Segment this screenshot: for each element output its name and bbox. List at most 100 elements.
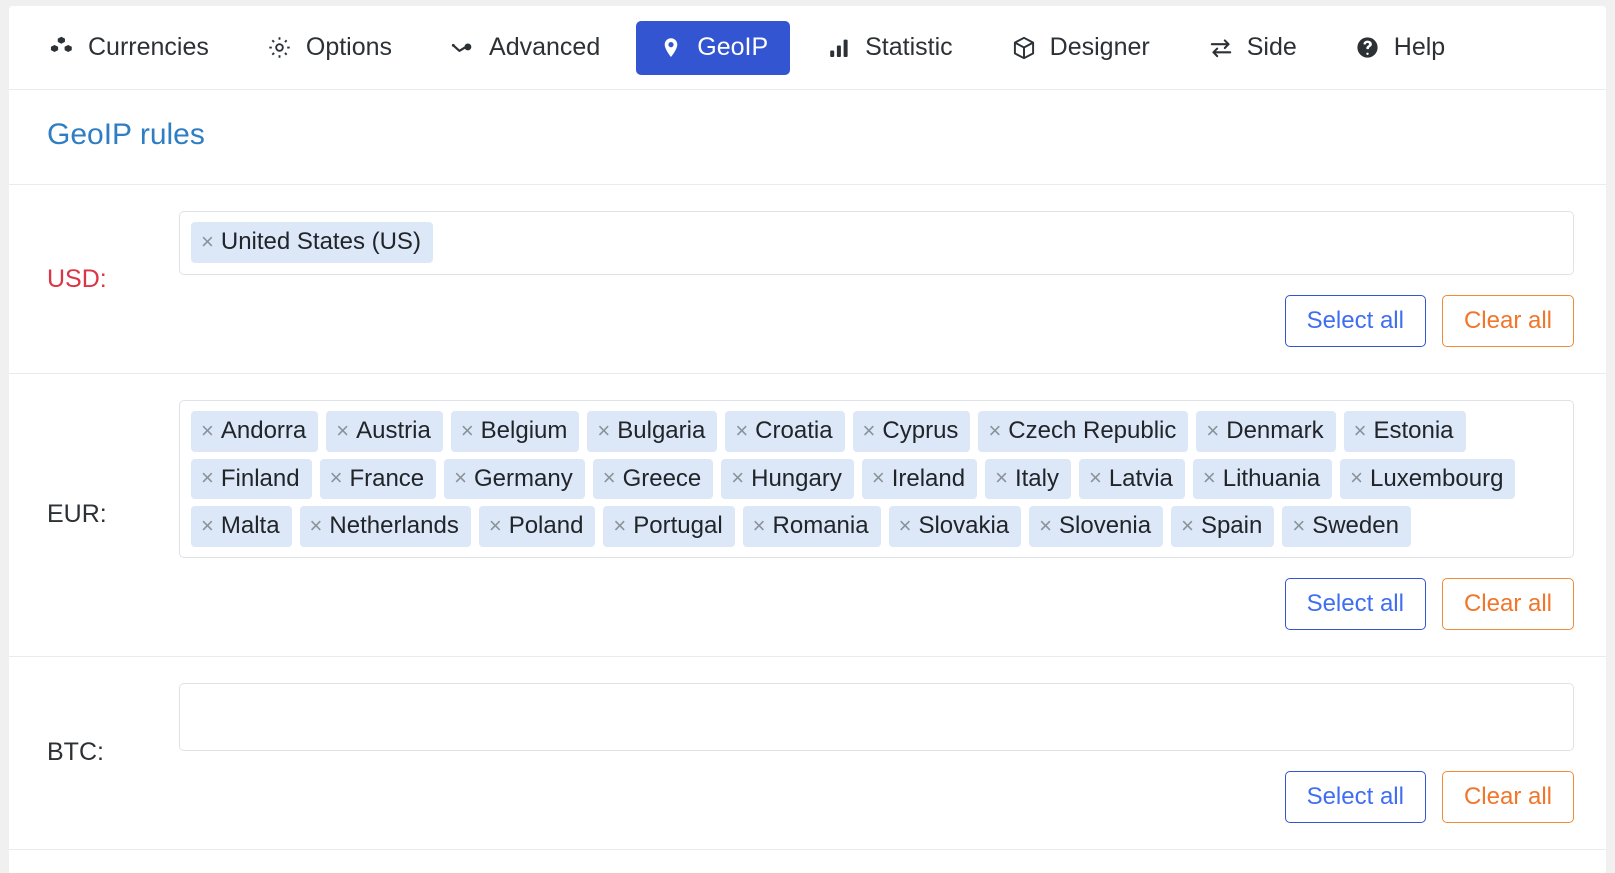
country-tag[interactable]: × Germany [444,458,585,500]
country-tag[interactable]: × Cyprus [852,411,971,452]
country-tag[interactable]: × Malta [191,506,292,547]
bar-chart-icon [826,35,852,61]
country-tag[interactable]: × Greece [592,458,714,500]
remove-tag-icon[interactable]: × [454,467,467,489]
country-tag[interactable]: × Czech Republic [978,411,1189,452]
country-tag-input[interactable] [179,682,1574,751]
rule-row-actions: Select all Clear all [179,295,1574,347]
nav-item-label: Options [305,33,393,61]
remove-tag-icon[interactable]: × [1181,514,1194,537]
country-tag[interactable]: × Bulgaria [587,411,718,452]
currency-label [9,850,179,873]
nav-item-options[interactable]: Options [245,21,414,75]
country-tag[interactable]: × Hungary [721,458,854,500]
country-tag[interactable]: × Estonia [1343,411,1466,452]
rule-row-actions: Select all Clear all [179,770,1574,823]
country-tag[interactable]: × Slovenia [1029,506,1164,547]
country-tag[interactable]: × Andorra [191,411,319,452]
country-tag-label: Netherlands [329,512,459,540]
country-tag[interactable]: × Slovakia [888,506,1022,547]
select-all-button[interactable]: Select all [1284,295,1426,347]
nav-item-geoip[interactable]: GeoIP [636,20,791,75]
country-tag-label: United States (US) [220,228,421,255]
country-tag[interactable]: × Croatia [725,411,845,452]
country-tag[interactable]: × Spain [1171,506,1275,547]
nav-item-advanced[interactable]: Advanced [428,21,622,75]
country-tag[interactable]: × Denmark [1196,411,1336,452]
cubes-icon [49,35,75,61]
country-tag[interactable]: × Romania [742,506,881,547]
remove-tag-icon[interactable]: × [1203,467,1216,489]
country-tag-label: Germany [474,464,573,492]
currency-label: USD: [47,264,107,293]
country-tag[interactable]: × Austria [326,411,443,452]
nav-item-statistic[interactable]: Statistic [804,21,975,75]
remove-tag-icon[interactable]: × [1206,419,1219,442]
page-title-band: GeoIP rules [9,90,1606,185]
select-all-button[interactable]: Select all [1284,577,1426,630]
clear-all-button[interactable]: Clear all [1441,770,1574,823]
remove-tag-icon[interactable]: × [330,467,343,489]
country-tag[interactable]: × Ireland [861,458,978,500]
country-tag-label: Denmark [1226,417,1324,444]
nav-item-designer[interactable]: Designer [989,21,1172,75]
remove-tag-icon[interactable]: × [1354,419,1367,442]
country-tag[interactable]: × Lithuania [1192,458,1333,500]
remove-tag-icon[interactable]: × [597,419,610,442]
country-tag[interactable]: × Luxembourg [1340,458,1516,500]
remove-tag-icon[interactable]: × [1039,514,1052,537]
remove-tag-icon[interactable]: × [201,419,214,442]
rule-field-cell [179,850,1606,873]
country-tag-label: Portugal [633,512,723,540]
remove-tag-icon[interactable]: × [988,419,1001,442]
nav-item-label: Currencies [88,33,209,61]
country-tag-label: Malta [220,512,280,540]
country-tag[interactable]: × France [319,458,437,500]
country-tag[interactable]: × Latvia [1078,458,1185,500]
country-tag[interactable]: × Portugal [603,506,735,547]
remove-tag-icon[interactable]: × [1089,467,1102,489]
country-tag[interactable]: × Italy [985,458,1071,500]
remove-tag-icon[interactable]: × [872,467,885,489]
country-tag-label: Ireland [891,464,966,492]
remove-tag-icon[interactable]: × [489,514,502,537]
nav-item-currencies[interactable]: Currencies [27,21,231,75]
remove-tag-icon[interactable]: × [461,419,474,442]
country-tag-input[interactable]: × United States (US) [179,211,1574,275]
nav-item-help[interactable]: Help [1333,21,1467,75]
remove-tag-icon[interactable]: × [201,514,214,537]
clear-all-button[interactable]: Clear all [1441,577,1574,630]
remove-tag-icon[interactable]: × [1350,467,1363,489]
main-navigation: Currencies Options Advanced GeoIP Statis… [9,6,1606,90]
country-tag-label: Czech Republic [1008,417,1177,444]
country-tag[interactable]: × United States (US) [191,222,433,263]
country-tag[interactable]: × Finland [191,458,312,500]
select-all-button[interactable]: Select all [1284,770,1426,823]
remove-tag-icon[interactable]: × [336,419,349,442]
country-tag[interactable]: × Netherlands [299,506,471,547]
remove-tag-icon[interactable]: × [899,514,912,537]
remove-tag-icon[interactable]: × [753,514,766,537]
country-tag-label: Slovakia [918,512,1010,540]
remove-tag-icon[interactable]: × [731,467,744,489]
remove-tag-icon[interactable]: × [995,467,1008,489]
remove-tag-icon[interactable]: × [603,467,616,489]
country-tag-label: Bulgaria [617,417,706,444]
country-tag-label: Romania [772,512,869,540]
exchange-arrows-icon [1208,35,1234,61]
remove-tag-icon[interactable]: × [201,230,214,253]
country-tag[interactable]: × Sweden [1282,506,1411,547]
remove-tag-icon[interactable]: × [310,514,323,537]
nav-item-side[interactable]: Side [1186,21,1319,75]
country-tag-input[interactable]: × Andorra × Austria × Belgium × Bulgaria × Croati… [179,400,1574,558]
country-tag-label: Slovenia [1059,512,1152,540]
remove-tag-icon[interactable]: × [201,467,214,489]
country-tag[interactable]: × Poland [478,506,596,547]
remove-tag-icon[interactable]: × [613,514,626,537]
country-tag-label: Austria [356,417,431,444]
remove-tag-icon[interactable]: × [863,419,876,442]
country-tag[interactable]: × Belgium [450,411,580,452]
remove-tag-icon[interactable]: × [735,419,748,442]
clear-all-button[interactable]: Clear all [1441,295,1574,347]
remove-tag-icon[interactable]: × [1292,514,1305,537]
